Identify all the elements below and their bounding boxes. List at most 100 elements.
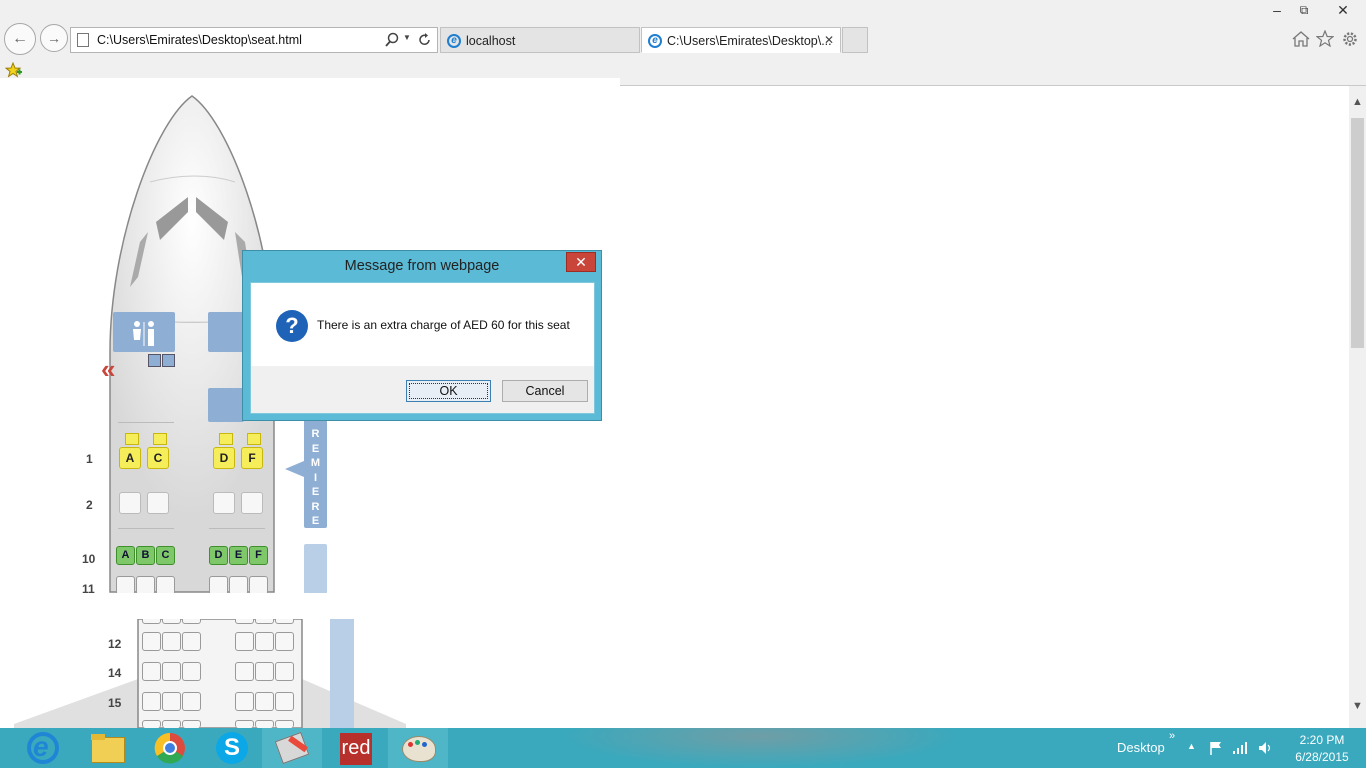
new-tab-button[interactable] [842,27,868,53]
cancel-button[interactable]: Cancel [502,380,588,402]
seat[interactable] [142,720,161,728]
seat-10e[interactable]: E [229,546,248,565]
cabin-letter: R [311,500,320,513]
seat-14d[interactable] [235,662,254,681]
toolbar-overflow-icon[interactable]: » [1169,730,1175,742]
seat-1d[interactable]: D [213,447,235,469]
sink-icon [148,354,161,367]
cabin-letter: R [311,428,320,440]
seat-10d[interactable]: D [209,546,228,565]
internet-explorer-icon[interactable]: e [13,728,73,768]
sink-icon [162,354,175,367]
seat-14e[interactable] [255,662,274,681]
tab-label: C:\Users\Emirates\Desktop\... [667,34,832,48]
vertical-scrollbar[interactable]: ▲ ▼ [1349,86,1366,728]
divider [118,422,174,423]
refresh-icon[interactable] [417,32,433,48]
dropdown-icon[interactable]: ▼ [403,33,411,42]
cabin-letter: M [310,457,321,469]
file-explorer-icon[interactable] [77,728,137,768]
seat-12b[interactable] [162,632,181,651]
ie-page-icon: e [648,34,662,48]
seat-12a[interactable] [142,632,161,651]
tab-localhost[interactable]: e localhost [440,27,640,53]
back-icon[interactable]: ← [4,23,36,55]
action-center-flag-icon[interactable] [1208,740,1224,756]
seat-15f[interactable] [275,692,294,711]
red-app-icon[interactable]: red [326,728,386,768]
seat-12f[interactable] [275,632,294,651]
seat-2d[interactable] [213,492,235,514]
seat[interactable] [275,720,294,728]
aircraft-wings [14,619,406,728]
volume-icon[interactable] [1257,740,1275,756]
tab-seat-html[interactable]: e C:\Users\Emirates\Desktop\... ✕ [641,27,841,53]
seat-14f[interactable] [275,662,294,681]
galley-block [208,312,244,352]
skype-icon[interactable]: S [202,728,262,768]
cabin-letter: I [313,471,318,484]
settings-gear-icon[interactable] [1341,30,1359,48]
search-icon[interactable] [384,32,400,48]
seat-15c[interactable] [182,692,201,711]
seat-12c[interactable] [182,632,201,651]
seat[interactable] [235,720,254,728]
seat[interactable] [182,720,201,728]
desktop-toolbar-label[interactable]: Desktop [1117,740,1165,755]
seat-10a[interactable]: A [116,546,135,565]
seat-12e[interactable] [255,632,274,651]
clock-time[interactable]: 2:20 PM [1282,733,1362,747]
favorites-bar-icon[interactable] [5,62,23,79]
favorites-star-icon[interactable] [1316,30,1334,47]
clock-date[interactable]: 6/28/2015 [1282,750,1362,764]
network-icon[interactable] [1232,740,1250,756]
red-app-label: red [340,733,372,765]
seat-1f[interactable]: F [241,447,263,469]
dialog-body: ? There is an extra charge of AED 60 for… [250,282,595,414]
seat-15a[interactable] [142,692,161,711]
seat-10f[interactable]: F [249,546,268,565]
seat-2c[interactable] [147,492,169,514]
show-hidden-icons-icon[interactable]: ▲ [1187,741,1196,751]
address-text[interactable]: C:\Users\Emirates\Desktop\seat.html [97,33,302,47]
seat-2f[interactable] [241,492,263,514]
ok-button[interactable]: OK [406,380,491,402]
scroll-up-icon[interactable]: ▲ [1352,96,1363,108]
seat-12d[interactable] [235,632,254,651]
seat[interactable] [255,720,274,728]
seat-14c[interactable] [182,662,201,681]
close-window-button[interactable]: ✕ [1323,0,1363,20]
seat-1a[interactable]: A [119,447,141,469]
scroll-down-icon[interactable]: ▼ [1352,700,1363,712]
seat-2a[interactable] [119,492,141,514]
seat-14b[interactable] [162,662,181,681]
seat-15e[interactable] [255,692,274,711]
seat-14a[interactable] [142,662,161,681]
dialog-title: Message from webpage [344,258,500,274]
row-number: 10 [82,552,96,566]
restore-button[interactable]: ⧉ [1287,0,1321,20]
seat-10b[interactable]: B [136,546,155,565]
seat-1c[interactable]: C [147,447,169,469]
scrollbar-thumb[interactable] [1351,118,1364,348]
page-top-edge [0,78,620,86]
dialog-close-button[interactable]: ✕ [566,252,596,272]
chrome-icon[interactable] [140,728,200,768]
previous-section-arrow[interactable]: « [101,354,115,385]
cabin-class-label [304,544,327,594]
seat-headrest [247,433,261,445]
dialog-message: There is an extra charge of AED 60 for t… [317,318,570,332]
address-bar[interactable]: C:\Users\Emirates\Desktop\seat.html ▼ [70,27,438,53]
paint-icon[interactable] [388,728,448,768]
home-icon[interactable] [1292,31,1310,47]
seat-10c[interactable]: C [156,546,175,565]
row-number: 12 [108,637,122,651]
seat-15b[interactable] [162,692,181,711]
tab-close-icon[interactable]: ✕ [824,33,834,47]
divider [209,528,265,529]
seat-15d[interactable] [235,692,254,711]
cabin-letter: E [311,486,320,498]
tools-icon[interactable] [262,728,322,768]
seat[interactable] [162,720,181,728]
forward-icon[interactable]: → [40,24,68,52]
